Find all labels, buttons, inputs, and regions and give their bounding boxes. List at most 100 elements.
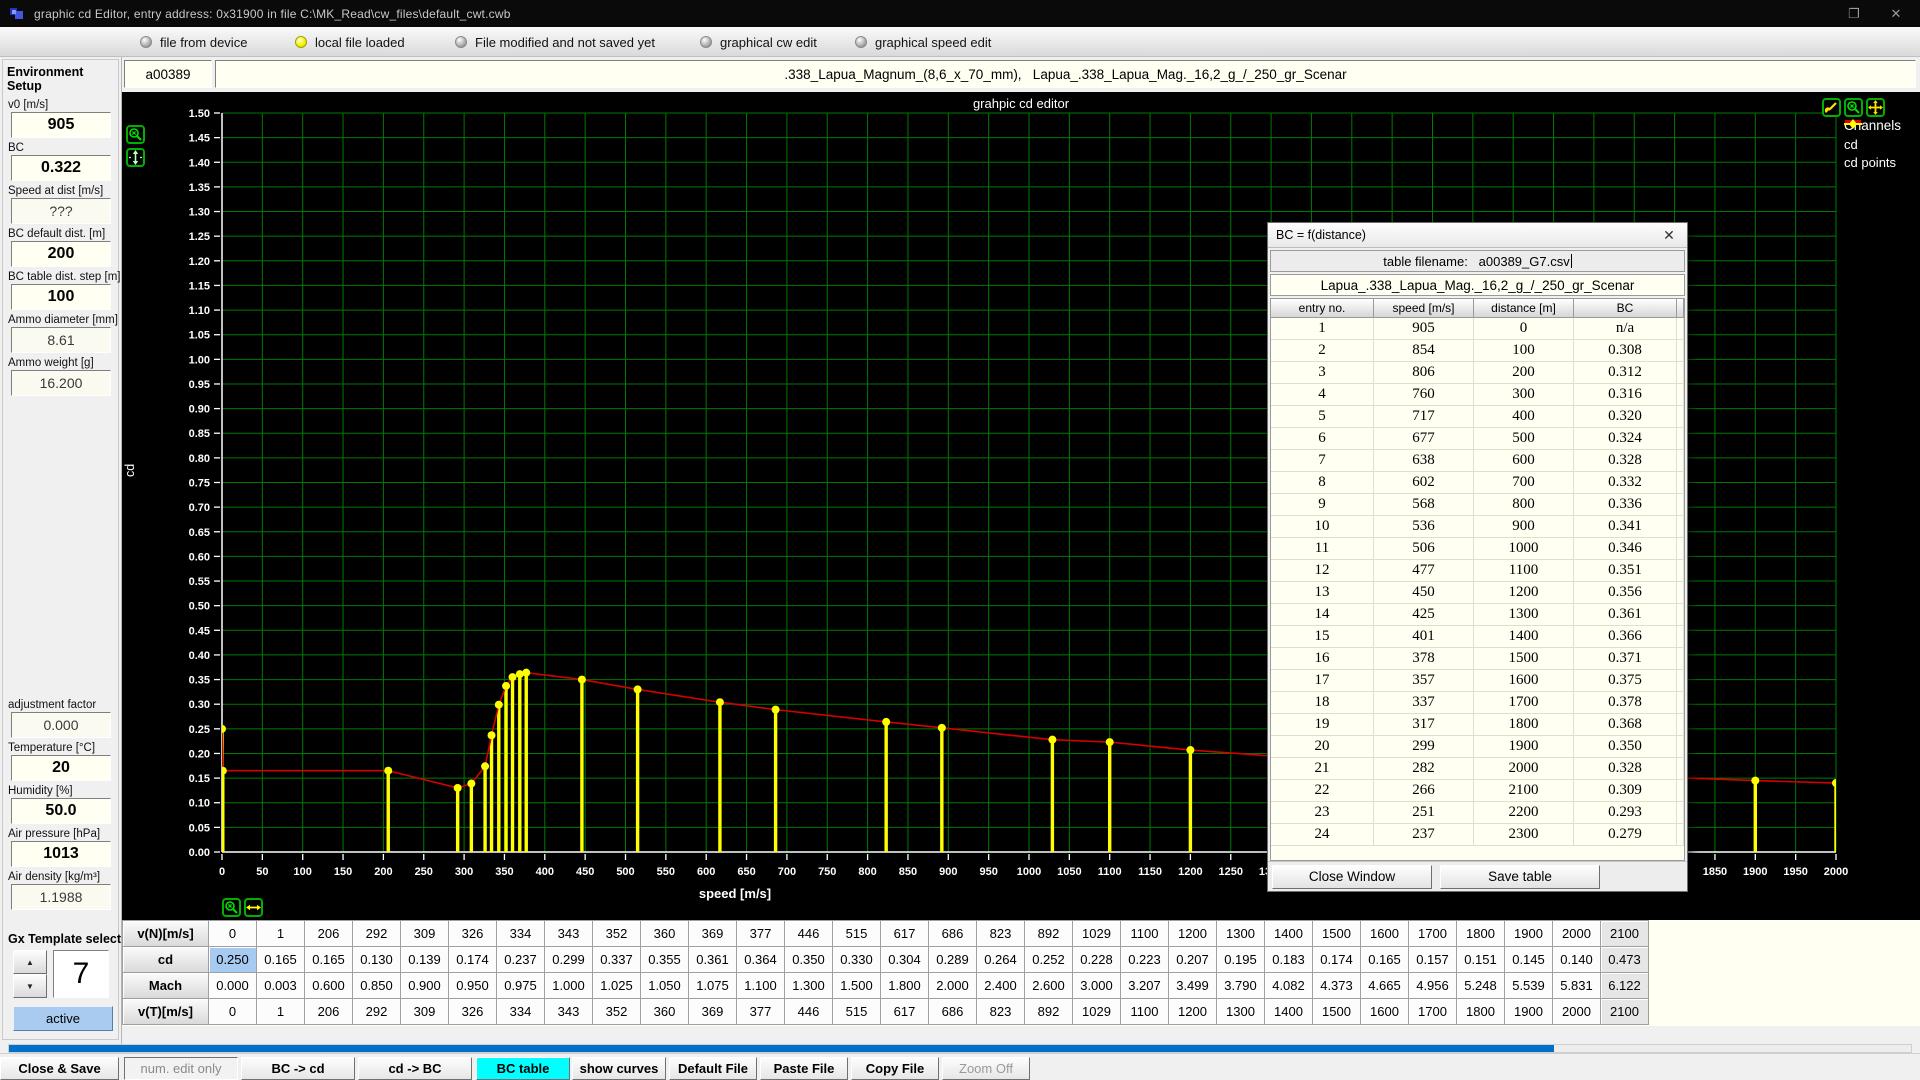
cd-table-cell[interactable]: 1800 xyxy=(1457,999,1505,1025)
scrollbar-thumb[interactable] xyxy=(9,1045,1554,1052)
cd-table-cell[interactable]: 1.800 xyxy=(881,973,929,999)
cd-table-cell[interactable]: 1.075 xyxy=(689,973,737,999)
cd-table-cell[interactable]: 4.665 xyxy=(1361,973,1409,999)
cd-table-cell[interactable]: 0.223 xyxy=(1121,947,1169,973)
env-field-value[interactable]: 1013 xyxy=(11,841,111,867)
toolbar-button-paste-file[interactable]: Paste File xyxy=(760,1057,848,1080)
cd-table-cell[interactable]: 1200 xyxy=(1169,999,1217,1025)
cd-table-cell[interactable]: 5.248 xyxy=(1457,973,1505,999)
cd-table-cell[interactable]: 892 xyxy=(1025,999,1073,1025)
cd-table-cell[interactable]: 0.130 xyxy=(353,947,401,973)
cd-table-cell[interactable]: 0.174 xyxy=(449,947,497,973)
cd-table-cell[interactable]: 1200 xyxy=(1169,921,1217,947)
env-field-value[interactable]: 0.000 xyxy=(11,712,111,738)
bc-table-row-18[interactable]: 1833717000.378 xyxy=(1271,692,1684,714)
cd-table-cell[interactable]: 515 xyxy=(833,999,881,1025)
cd-table-cell[interactable]: 0.473 xyxy=(1601,947,1649,973)
cd-table-cell[interactable]: 3.499 xyxy=(1169,973,1217,999)
cd-table-cell[interactable]: 0.350 xyxy=(785,947,833,973)
cd-table-cell[interactable]: 334 xyxy=(497,999,545,1025)
cd-table-cell[interactable]: 0.950 xyxy=(449,973,497,999)
cd-table-cell[interactable]: 377 xyxy=(737,921,785,947)
toolbar-button-default-file[interactable]: Default File xyxy=(669,1057,757,1080)
bc-table-row-7[interactable]: 76386000.328 xyxy=(1271,450,1684,472)
cd-table-cell[interactable]: 0.207 xyxy=(1169,947,1217,973)
bc-table-row-21[interactable]: 2128220000.328 xyxy=(1271,758,1684,780)
cd-table-cell[interactable]: 823 xyxy=(977,921,1025,947)
cd-table-cell[interactable]: 326 xyxy=(449,921,497,947)
cd-table-cell[interactable]: 343 xyxy=(545,999,593,1025)
cd-table-cell[interactable]: 2100 xyxy=(1601,999,1649,1025)
cd-table-cell[interactable]: 0.975 xyxy=(497,973,545,999)
cd-table-cell[interactable]: 0.299 xyxy=(545,947,593,973)
cd-table-cell[interactable]: 1 xyxy=(257,921,305,947)
cd-table-cell[interactable]: 4.956 xyxy=(1409,973,1457,999)
cd-table-cell[interactable]: 0 xyxy=(209,999,257,1025)
cd-table-cell[interactable]: 326 xyxy=(449,999,497,1025)
toolbar-button-close-save[interactable]: Close & Save xyxy=(0,1057,119,1080)
cd-table-cell[interactable]: 1.000 xyxy=(545,973,593,999)
zoom-reset-x-icon[interactable] xyxy=(222,898,241,917)
cd-table-cell[interactable]: 0.355 xyxy=(641,947,689,973)
bc-table-row-20[interactable]: 2029919000.350 xyxy=(1271,736,1684,758)
bullet-name-field[interactable]: Lapua_.338_Lapua_Mag._16,2_g_/_250_gr_Sc… xyxy=(1270,274,1685,296)
env-field-value[interactable]: 1.1988 xyxy=(11,884,111,910)
cd-table-cell[interactable]: 1.300 xyxy=(785,973,833,999)
table-id-field[interactable]: a00389 xyxy=(124,60,212,88)
env-field-value[interactable]: 20 xyxy=(11,755,111,781)
cd-table-cell[interactable]: 0.157 xyxy=(1409,947,1457,973)
cd-table-cell[interactable]: 6.122 xyxy=(1601,973,1649,999)
bc-table-row-15[interactable]: 1540114000.366 xyxy=(1271,626,1684,648)
gx-down-button[interactable]: ▼ xyxy=(13,974,47,998)
cd-table-cell[interactable]: 309 xyxy=(401,921,449,947)
cd-table-cell[interactable]: 617 xyxy=(881,921,929,947)
bc-table-row-13[interactable]: 1345012000.356 xyxy=(1271,582,1684,604)
bc-table-row-1[interactable]: 19050n/a xyxy=(1271,318,1684,340)
cd-table-cell[interactable]: 1900 xyxy=(1505,999,1553,1025)
cd-table-cell[interactable]: 343 xyxy=(545,921,593,947)
bc-table-row-3[interactable]: 38062000.312 xyxy=(1271,362,1684,384)
cd-table-cell[interactable]: 1800 xyxy=(1457,921,1505,947)
bc-table-header-0[interactable]: entry no. xyxy=(1271,299,1374,318)
cartridge-name-field[interactable]: .338_Lapua_Magnum_(8,6_x_70_mm), Lapua_.… xyxy=(215,60,1916,88)
cd-table-cell[interactable]: 1500 xyxy=(1313,921,1361,947)
toolbar-button-num-edit-only[interactable]: num. edit only xyxy=(124,1057,238,1080)
cd-table-cell[interactable]: 686 xyxy=(929,921,977,947)
cd-table-cell[interactable]: 1029 xyxy=(1073,999,1121,1025)
cd-table-cell[interactable]: 206 xyxy=(305,921,353,947)
zoom-reset-x2-icon[interactable] xyxy=(1844,98,1863,117)
cd-table-cell[interactable]: 352 xyxy=(593,999,641,1025)
cd-table-cell[interactable]: 892 xyxy=(1025,921,1073,947)
cd-table-cell[interactable]: 3.000 xyxy=(1073,973,1121,999)
cd-table-cell[interactable]: 1100 xyxy=(1121,921,1169,947)
cd-table-cell[interactable]: 2000 xyxy=(1553,999,1601,1025)
cd-table-cell[interactable]: 0.330 xyxy=(833,947,881,973)
bc-table-row-12[interactable]: 1247711000.351 xyxy=(1271,560,1684,582)
cd-table-cell[interactable]: 5.831 xyxy=(1553,973,1601,999)
cd-table-cell[interactable]: 0.151 xyxy=(1457,947,1505,973)
env-field-value[interactable]: ??? xyxy=(11,198,111,224)
cd-table-cell[interactable]: 0.174 xyxy=(1313,947,1361,973)
bc-table-row-22[interactable]: 2226621000.309 xyxy=(1271,780,1684,802)
cd-table-cell[interactable]: 617 xyxy=(881,999,929,1025)
cd-table-cell[interactable]: 292 xyxy=(353,921,401,947)
cd-table-cell[interactable]: 360 xyxy=(641,999,689,1025)
cd-table-cell[interactable]: 5.539 xyxy=(1505,973,1553,999)
cd-table-cell[interactable]: 377 xyxy=(737,999,785,1025)
cd-table-cell[interactable]: 4.373 xyxy=(1313,973,1361,999)
cd-table-cell[interactable]: 0.600 xyxy=(305,973,353,999)
cd-table-cell[interactable]: 1700 xyxy=(1409,999,1457,1025)
cd-table-cell[interactable]: 0.165 xyxy=(1361,947,1409,973)
cd-table-cell[interactable]: 360 xyxy=(641,921,689,947)
bc-table-row-19[interactable]: 1931718000.368 xyxy=(1271,714,1684,736)
cd-table-cell[interactable]: 334 xyxy=(497,921,545,947)
bc-table-row-17[interactable]: 1735716000.375 xyxy=(1271,670,1684,692)
zoom-reset-icon[interactable] xyxy=(126,125,145,144)
cd-table-cell[interactable]: 0.145 xyxy=(1505,947,1553,973)
cd-table-cell[interactable]: 686 xyxy=(929,999,977,1025)
cd-table-cell[interactable]: 0.252 xyxy=(1025,947,1073,973)
cd-table-cell[interactable]: 0.140 xyxy=(1553,947,1601,973)
cd-table-cell[interactable]: 1400 xyxy=(1265,921,1313,947)
env-field-value[interactable]: 50.0 xyxy=(11,798,111,824)
bc-table-row-4[interactable]: 47603000.316 xyxy=(1271,384,1684,406)
